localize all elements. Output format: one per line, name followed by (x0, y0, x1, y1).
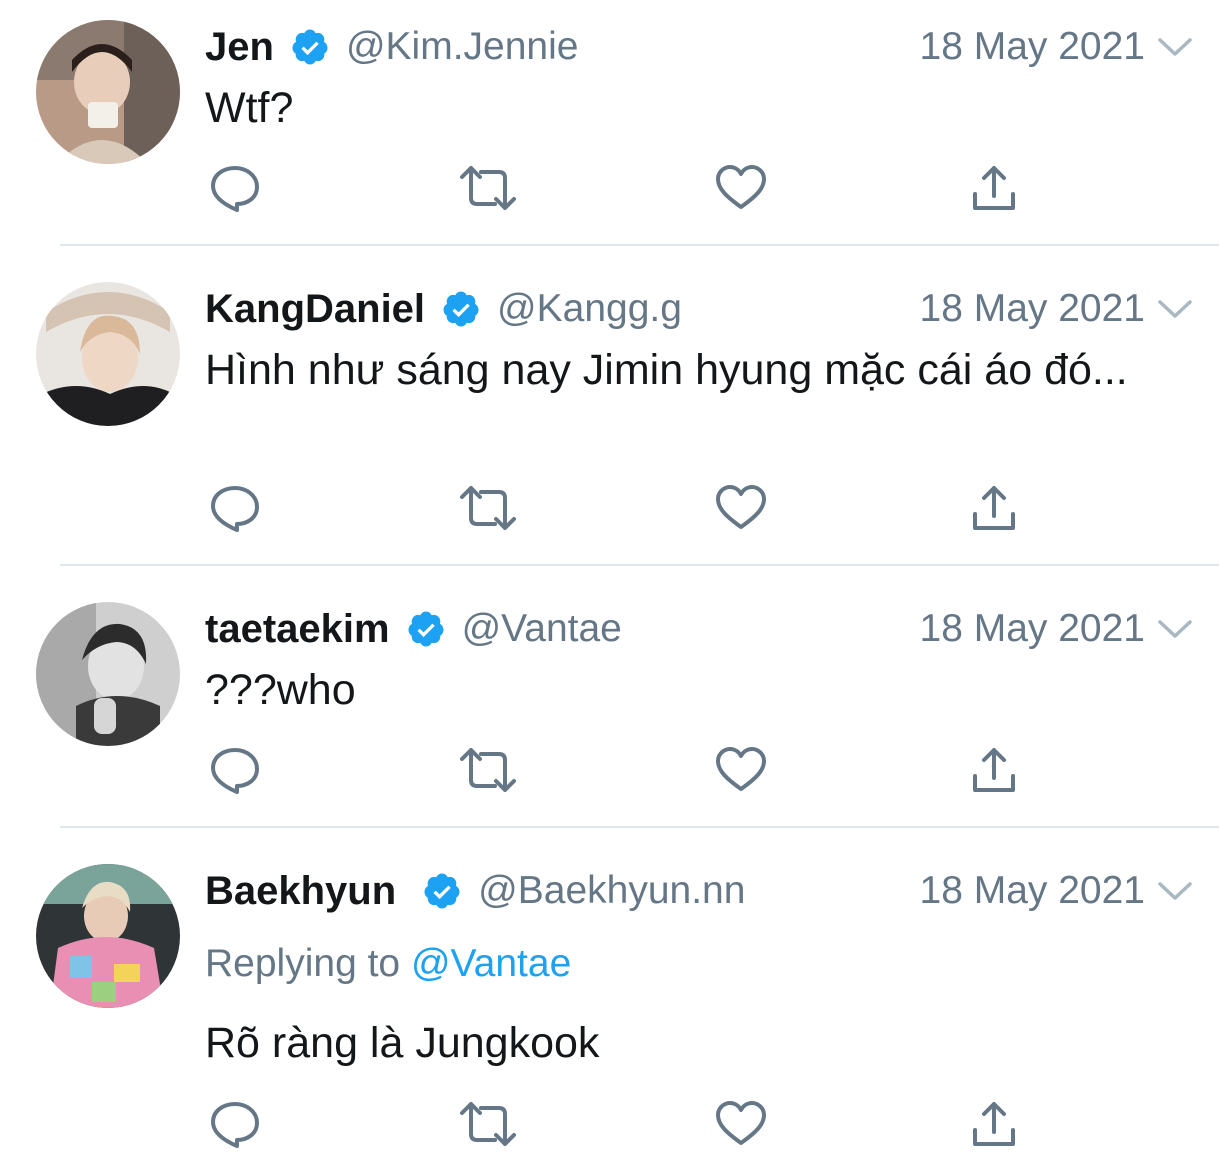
divider (60, 564, 1219, 566)
tweet-header: KangDaniel @Kangg.g 18 May 2021 (205, 284, 1219, 334)
chevron-down-icon[interactable] (1155, 289, 1195, 329)
reply-icon[interactable] (205, 158, 265, 218)
share-icon[interactable] (964, 1094, 1024, 1154)
tweet-header: Jen @Kim.Jennie 18 May 2021 (205, 22, 1219, 72)
retweet-icon[interactable] (458, 478, 518, 538)
tweet-text: Wtf? (205, 84, 294, 132)
timestamp[interactable]: 18 May 2021 (920, 25, 1146, 69)
tweet-header: Baekhyun @Baekhyun.nn 18 May 2021 (205, 866, 1219, 916)
verified-badge-icon (290, 27, 330, 67)
timestamp[interactable]: 18 May 2021 (920, 287, 1146, 331)
tweet-text: Rõ ràng là Jungkook (205, 1019, 600, 1067)
avatar[interactable] (36, 282, 180, 426)
replying-mention-link[interactable]: @Vantae (411, 942, 571, 985)
action-bar (0, 158, 1219, 218)
divider (60, 826, 1219, 828)
replying-label: Replying to (205, 942, 401, 985)
display-name[interactable]: KangDaniel (205, 287, 425, 332)
verified-badge-icon (422, 871, 462, 911)
tweet-text: ???who (205, 666, 356, 714)
reply-icon[interactable] (205, 740, 265, 800)
timestamp[interactable]: 18 May 2021 (920, 869, 1146, 913)
avatar-photo (36, 864, 180, 1008)
share-icon[interactable] (964, 158, 1024, 218)
avatar[interactable] (36, 20, 180, 164)
divider (60, 244, 1219, 246)
avatar[interactable] (36, 602, 180, 746)
tweet-text: Hình như sáng nay Jimin hyung mặc cái áo… (205, 346, 1128, 394)
retweet-icon[interactable] (458, 158, 518, 218)
handle[interactable]: @Kim.Jennie (346, 25, 579, 69)
action-bar (0, 740, 1219, 800)
timestamp[interactable]: 18 May 2021 (920, 607, 1146, 651)
heart-icon[interactable] (711, 740, 771, 800)
chevron-down-icon[interactable] (1155, 609, 1195, 649)
chevron-down-icon[interactable] (1155, 871, 1195, 911)
avatar-photo (36, 602, 180, 746)
retweet-icon[interactable] (458, 740, 518, 800)
handle[interactable]: @Kangg.g (497, 287, 682, 331)
action-bar (0, 478, 1219, 538)
retweet-icon[interactable] (458, 1094, 518, 1154)
heart-icon[interactable] (711, 1094, 771, 1154)
share-icon[interactable] (964, 478, 1024, 538)
display-name[interactable]: taetaekim (205, 607, 390, 652)
tweet-header: taetaekim @Vantae 18 May 2021 (205, 604, 1219, 654)
verified-badge-icon (406, 609, 446, 649)
avatar-photo (36, 20, 180, 164)
handle[interactable]: @Vantae (462, 607, 622, 651)
action-bar (0, 1094, 1219, 1154)
avatar-photo (36, 282, 180, 426)
handle[interactable]: @Baekhyun.nn (478, 869, 745, 913)
share-icon[interactable] (964, 740, 1024, 800)
heart-icon[interactable] (711, 158, 771, 218)
chevron-down-icon[interactable] (1155, 27, 1195, 67)
verified-badge-icon (441, 289, 481, 329)
reply-icon[interactable] (205, 478, 265, 538)
reply-icon[interactable] (205, 1094, 265, 1154)
avatar[interactable] (36, 864, 180, 1008)
display-name[interactable]: Baekhyun (205, 869, 396, 914)
display-name[interactable]: Jen (205, 25, 274, 70)
replying-to: Replying to @Vantae (205, 942, 571, 986)
heart-icon[interactable] (711, 478, 771, 538)
